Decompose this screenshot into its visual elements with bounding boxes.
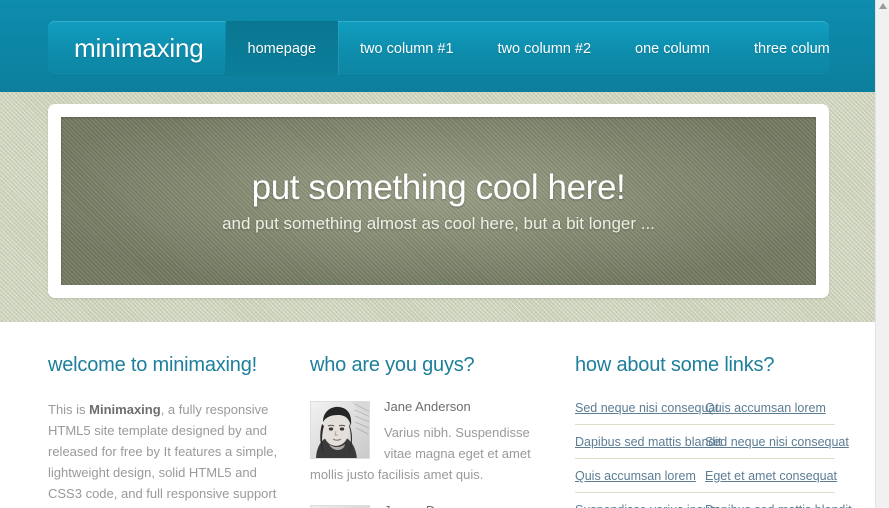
scroll-up-arrow-icon[interactable] [879,3,887,9]
nav-item-homepage[interactable]: homepage [225,21,339,76]
hero-band: put something cool here! and put somethi… [0,92,875,322]
link-column-right: Quis accumsan lorem Sed neque nisi conse… [705,399,852,508]
link-sed-neque-nisi-consequat[interactable]: Sed neque nisi consequat [575,401,719,415]
column-people: who are you guys? Jane Anderson Varius n… [310,354,575,508]
nav-list: homepage two column #1 two column #2 one… [225,21,829,76]
links-heading: how about some links? [575,354,775,376]
list-item: Sed neque nisi consequat [575,399,719,425]
welcome-text-before: This is [48,402,90,417]
page-root: minimaxing homepage two column #1 two co… [0,0,889,508]
hero-subtitle: and put something almost as cool here, b… [222,214,655,233]
welcome-heading: welcome to minimaxing! [48,354,258,376]
welcome-brand-name: Minimaxing [89,402,161,417]
list-item: Dapibus sed mattis blandit [705,501,852,508]
list-item: Quis accumsan lorem [705,399,835,425]
nav-item-three-column[interactable]: three column [732,21,829,76]
list-item: Eget et amet consequat [705,467,837,493]
welcome-text-after: , a fully responsive HTML5 site template… [48,402,278,508]
link-dapibus-sed-mattis-blandit-2[interactable]: Dapibus sed mattis blandit [705,503,852,508]
nav-item-one-column[interactable]: one column [613,21,732,76]
link-grid: Sed neque nisi consequat Dapibus sed mat… [575,399,852,508]
hero-frame: put something cool here! and put somethi… [48,104,829,298]
site-header: minimaxing homepage two column #1 two co… [0,0,875,92]
link-column-left: Sed neque nisi consequat Dapibus sed mat… [575,399,722,508]
list-item: Dapibus sed mattis blandit [575,433,722,459]
hero-title: put something cool here! [251,168,626,207]
link-quis-accumsan-lorem[interactable]: Quis accumsan lorem [575,469,696,483]
portrait-female-avatar-icon[interactable] [310,401,370,459]
hero-banner[interactable]: put something cool here! and put somethi… [61,117,816,285]
link-sed-neque-nisi-consequat-2[interactable]: Sed neque nisi consequat [705,435,849,449]
column-welcome: welcome to minimaxing! This is Minimaxin… [0,354,310,508]
link-quis-accumsan-lorem-2[interactable]: Quis accumsan lorem [705,401,826,415]
browser-viewport: minimaxing homepage two column #1 two co… [0,0,875,508]
link-suspendisse-varius-ipsum[interactable]: Suspendisse varius ipsum [575,503,720,508]
nav-item-two-column-1[interactable]: two column #1 [338,21,476,76]
profile-james-doe: James Doe [310,503,549,508]
link-eget-et-amet-consequat[interactable]: Eget et amet consequat [705,469,837,483]
site-logo[interactable]: minimaxing [48,21,226,76]
vertical-scrollbar[interactable] [875,0,889,508]
people-heading: who are you guys? [310,354,475,376]
navigation-bar: minimaxing homepage two column #1 two co… [48,21,829,76]
list-item: Sed neque nisi consequat [705,433,849,459]
nav-item-two-column-2[interactable]: two column #2 [476,21,614,76]
list-item: Quis accumsan lorem [575,467,705,493]
profile-jane-anderson: Jane Anderson Varius nibh. Suspendisse v… [310,399,549,485]
list-item: Suspendisse varius ipsum [575,501,720,508]
column-links: how about some links? Sed neque nisi con… [575,354,875,508]
link-dapibus-sed-mattis-blandit[interactable]: Dapibus sed mattis blandit [575,435,722,449]
content-area: welcome to minimaxing! This is Minimaxin… [0,322,875,508]
welcome-paragraph: This is Minimaxing, a fully responsive H… [48,399,284,508]
